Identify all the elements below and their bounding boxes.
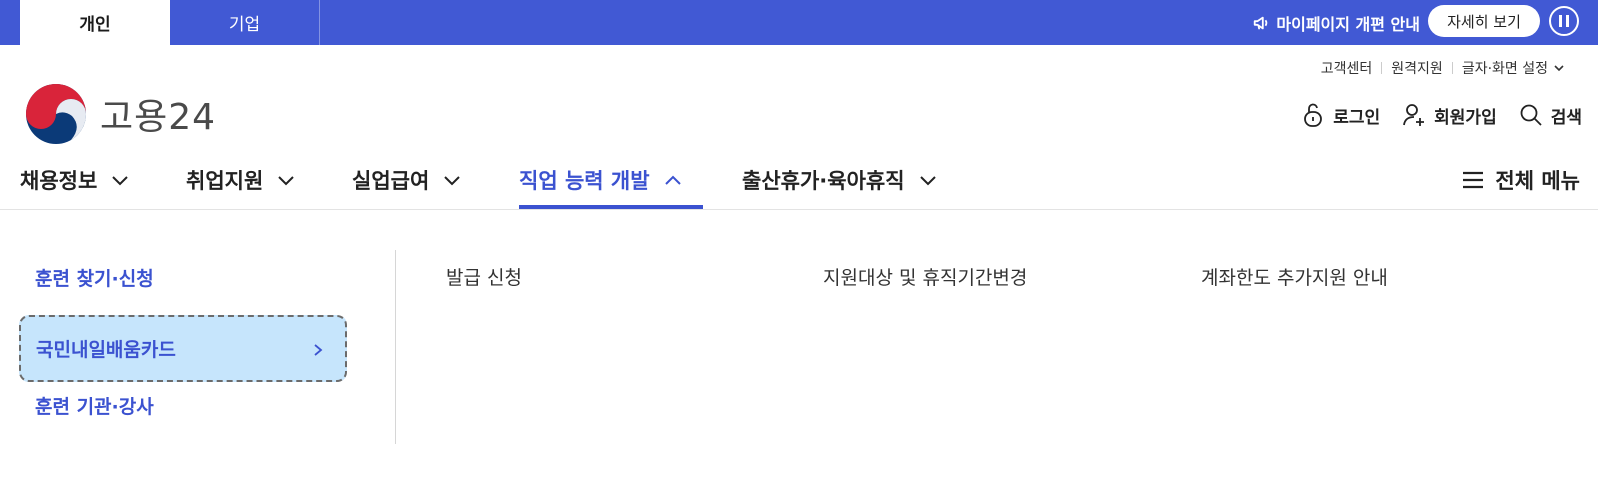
search-button[interactable]: 검색 [1519, 102, 1582, 128]
nav-item-vocational-training[interactable]: 직업 능력 개발 [519, 162, 682, 198]
logo-text: 고용24 [100, 97, 217, 138]
user-actions: 로그인 회원가입 검색 [1279, 102, 1582, 128]
chevron-down-icon [919, 176, 936, 186]
notice-text: 마이페이지 개편 안내 [1276, 14, 1420, 34]
submenu-side-training-institution[interactable]: 훈련 기관·강사 [35, 392, 154, 419]
signup-button[interactable]: 회원가입 [1402, 102, 1497, 128]
display-settings-link[interactable]: 글자·화면 설정 [1462, 58, 1548, 78]
add-user-icon [1403, 104, 1425, 126]
login-label: 로그인 [1333, 107, 1381, 128]
divider [395, 250, 396, 444]
chevron-right-icon [314, 344, 323, 356]
nav-item-label: 출산휴가·육아휴직 [742, 169, 905, 193]
submenu-side-learning-card[interactable]: 국민내일배움카드 [19, 315, 347, 382]
search-label: 검색 [1550, 107, 1582, 128]
chevron-up-icon [664, 175, 681, 185]
megaphone-icon [1254, 16, 1268, 29]
chevron-down-icon [444, 176, 460, 186]
top-bar: 개인 기업 마이페이지 개편 안내 자세히 보기 [0, 0, 1598, 45]
utility-links: 고객센터 원격지원 글자·화면 설정 [1321, 58, 1564, 78]
divider [1381, 62, 1383, 74]
customer-center-link[interactable]: 고객센터 [1321, 58, 1373, 78]
tab-personal[interactable]: 개인 [20, 0, 170, 45]
pause-icon [1559, 15, 1562, 27]
notice-banner: 마이페이지 개편 안내 [1252, 0, 1420, 45]
submenu-side-label: 국민내일배움카드 [36, 339, 176, 361]
submenu-panel: 훈련 찾기·신청 국민내일배움카드 훈련 기관·강사 발급 신청 지원대상 및 … [0, 211, 1598, 478]
submenu-link-eligibility-change[interactable]: 지원대상 및 휴직기간변경 [823, 263, 1027, 290]
remote-support-link[interactable]: 원격지원 [1391, 58, 1443, 78]
active-tab-indicator [519, 205, 703, 209]
nav-item-parental-leave[interactable]: 출산휴가·육아휴직 [742, 162, 937, 198]
divider [1451, 62, 1453, 74]
nav-item-label: 취업지원 [186, 169, 264, 193]
nav-item-label: 채용정보 [20, 169, 98, 193]
lock-icon [1304, 103, 1323, 127]
hamburger-menu-icon [1463, 171, 1484, 189]
all-menu-label: 전체 메뉴 [1495, 169, 1580, 193]
chevron-down-icon [112, 176, 128, 186]
nav-item-unemployment-benefit[interactable]: 실업급여 [352, 162, 461, 198]
detail-view-button[interactable]: 자세히 보기 [1428, 5, 1540, 37]
submenu-link-issue-application[interactable]: 발급 신청 [446, 263, 522, 290]
nav-item-employment-support[interactable]: 취업지원 [186, 162, 295, 198]
pause-button[interactable] [1549, 6, 1579, 36]
login-button[interactable]: 로그인 [1301, 102, 1380, 128]
main-navigation: 채용정보 취업지원 실업급여 직업 능력 개발 출산휴가·육아휴직 전체 메뉴 [0, 150, 1598, 210]
nav-item-label: 직업 능력 개발 [519, 169, 650, 193]
search-icon [1520, 104, 1542, 126]
submenu-link-account-limit[interactable]: 계좌한도 추가지원 안내 [1201, 263, 1388, 290]
chevron-down-icon [278, 176, 294, 186]
tab-business[interactable]: 기업 [170, 0, 320, 45]
taeguk-logo-icon [26, 84, 87, 144]
nav-item-job-info[interactable]: 채용정보 [20, 162, 129, 198]
signup-label: 회원가입 [1434, 107, 1497, 128]
nav-item-label: 실업급여 [352, 169, 430, 193]
chevron-down-icon[interactable] [1554, 63, 1564, 73]
site-logo[interactable]: 고용24 [24, 82, 216, 146]
all-menu-button[interactable]: 전체 메뉴 [1461, 162, 1580, 198]
submenu-side-training-search[interactable]: 훈련 찾기·신청 [35, 264, 154, 291]
